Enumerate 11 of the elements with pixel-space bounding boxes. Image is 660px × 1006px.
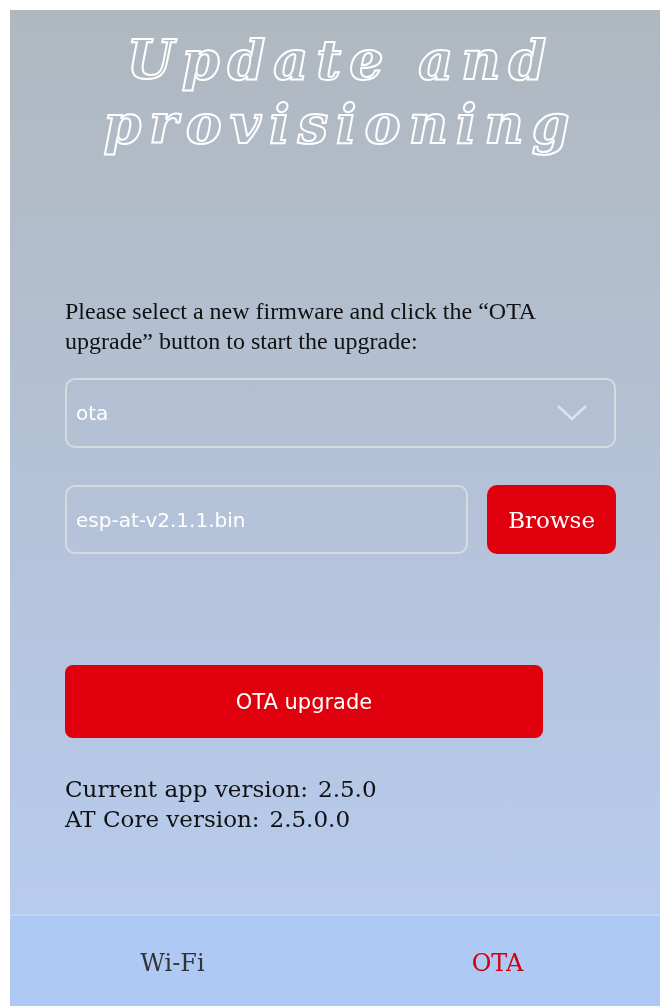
version-value: 2.5.0.0 bbox=[269, 805, 350, 834]
version-label: Current app version: bbox=[65, 775, 309, 804]
browse-button[interactable]: Browse bbox=[487, 485, 616, 554]
version-value: 2.5.0 bbox=[318, 775, 377, 804]
chevron-down-icon bbox=[556, 404, 588, 422]
tab[interactable]: OTA bbox=[335, 916, 660, 1006]
page-title: Update and provisioning bbox=[102, 28, 579, 156]
instructions-text: Please select a new firmware and click the “OTA upgrade” button to start the upgrade: bbox=[65, 297, 537, 356]
tab[interactable]: Wi-Fi bbox=[10, 916, 335, 1006]
ota-upgrade-button[interactable]: OTA upgrade bbox=[65, 665, 543, 738]
version-label: AT Core version: bbox=[65, 805, 260, 834]
